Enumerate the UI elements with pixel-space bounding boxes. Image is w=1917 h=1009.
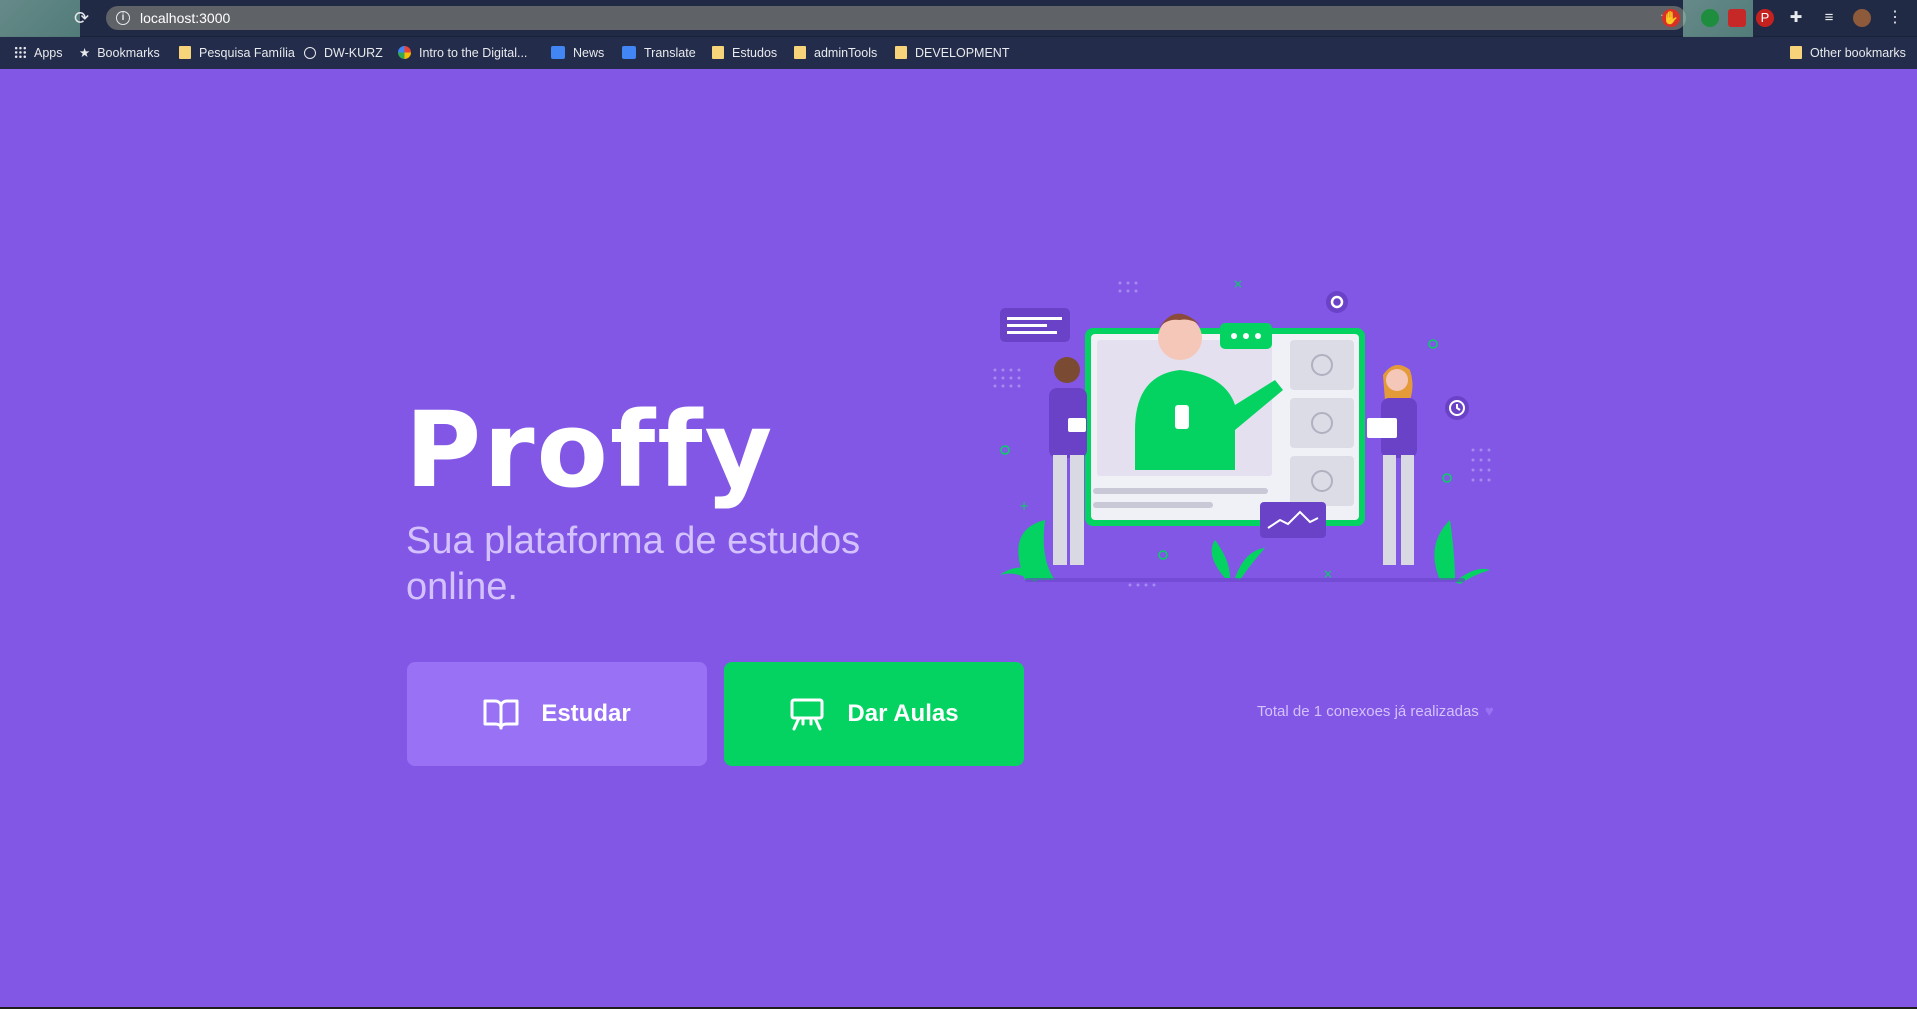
bookmark-apps[interactable]: Apps bbox=[14, 37, 63, 69]
bookmark-other[interactable]: Other bookmarks bbox=[1790, 37, 1906, 69]
proffy-logo: Proffy bbox=[405, 389, 775, 511]
video-thumbnails bbox=[1290, 340, 1354, 506]
google-icon bbox=[398, 46, 411, 59]
bookmark-estudos[interactable]: Estudos bbox=[712, 37, 777, 69]
total-connections: Total de 1 conexoes já realizadas ♥ bbox=[1257, 703, 1494, 720]
folder-icon bbox=[794, 46, 806, 59]
star-icon: ★ bbox=[79, 46, 91, 60]
landing-illustration: × + × bbox=[993, 277, 1491, 587]
profile-avatar[interactable] bbox=[1853, 9, 1871, 27]
heart-icon: ♥ bbox=[1484, 703, 1494, 720]
student-left-figure bbox=[1049, 357, 1087, 565]
bookmark-admintools[interactable]: adminTools bbox=[794, 37, 877, 69]
url-text: localhost:3000 bbox=[140, 10, 231, 26]
presentation-board-icon bbox=[789, 697, 825, 731]
extension-adblock-icon[interactable]: ✋ bbox=[1662, 9, 1680, 27]
google-news-icon bbox=[551, 46, 565, 59]
bookmark-intro-digital[interactable]: Intro to the Digital... bbox=[398, 37, 527, 69]
folder-icon bbox=[179, 46, 191, 59]
settings-gear-icon bbox=[1326, 291, 1348, 313]
bookmark-dw-kurz[interactable]: DW-KURZ bbox=[304, 37, 383, 69]
student-right-figure bbox=[1367, 365, 1417, 565]
give-classes-button[interactable]: Dar Aulas bbox=[724, 662, 1024, 766]
bookmark-news[interactable]: News bbox=[551, 37, 604, 69]
book-icon bbox=[483, 697, 519, 731]
bookmark-translate[interactable]: Translate bbox=[622, 37, 696, 69]
extensions-puzzle-icon[interactable]: ✚ bbox=[1787, 9, 1805, 27]
browser-menu-icon[interactable]: ⋮ bbox=[1886, 9, 1904, 27]
address-bar[interactable]: i localhost:3000 ☆ bbox=[106, 6, 1686, 30]
bookmark-development[interactable]: DEVELOPMENT bbox=[895, 37, 1009, 69]
reading-list-icon[interactable]: ≡ bbox=[1820, 9, 1838, 27]
site-info-icon[interactable]: i bbox=[116, 11, 130, 25]
folder-icon bbox=[895, 46, 907, 59]
reload-icon[interactable]: ⟳ bbox=[74, 6, 89, 30]
bookmark-pesquisa-familia[interactable]: Pesquisa Família bbox=[179, 37, 295, 69]
google-translate-icon bbox=[622, 46, 636, 59]
svg-text:×: × bbox=[1233, 277, 1243, 291]
bookmark-bookmarks[interactable]: ★ Bookmarks bbox=[79, 37, 160, 69]
browser-toolbar: ⟳ i localhost:3000 ☆ ✋ P ✚ ≡ ⋮ bbox=[0, 0, 1917, 69]
apps-grid-icon bbox=[14, 46, 26, 59]
bookmarks-bar: Apps ★ Bookmarks Pesquisa Família DW-KURZ… bbox=[0, 37, 1917, 69]
give-classes-button-label: Dar Aulas bbox=[847, 700, 959, 727]
total-connections-text: Total de 1 conexoes já realizadas bbox=[1257, 703, 1479, 720]
study-button[interactable]: Estudar bbox=[407, 662, 707, 766]
extension-p-icon[interactable]: P bbox=[1756, 9, 1774, 27]
extension-green-icon[interactable] bbox=[1701, 9, 1719, 27]
folder-icon bbox=[712, 46, 724, 59]
tagline: Sua plataforma de estudos online. bbox=[406, 520, 861, 608]
extension-red-icon[interactable] bbox=[1728, 9, 1746, 27]
svg-text:×: × bbox=[1323, 567, 1333, 581]
globe-icon bbox=[304, 47, 316, 59]
svg-text:+: + bbox=[1019, 499, 1029, 513]
folder-icon bbox=[1790, 46, 1802, 59]
study-button-label: Estudar bbox=[541, 700, 631, 727]
